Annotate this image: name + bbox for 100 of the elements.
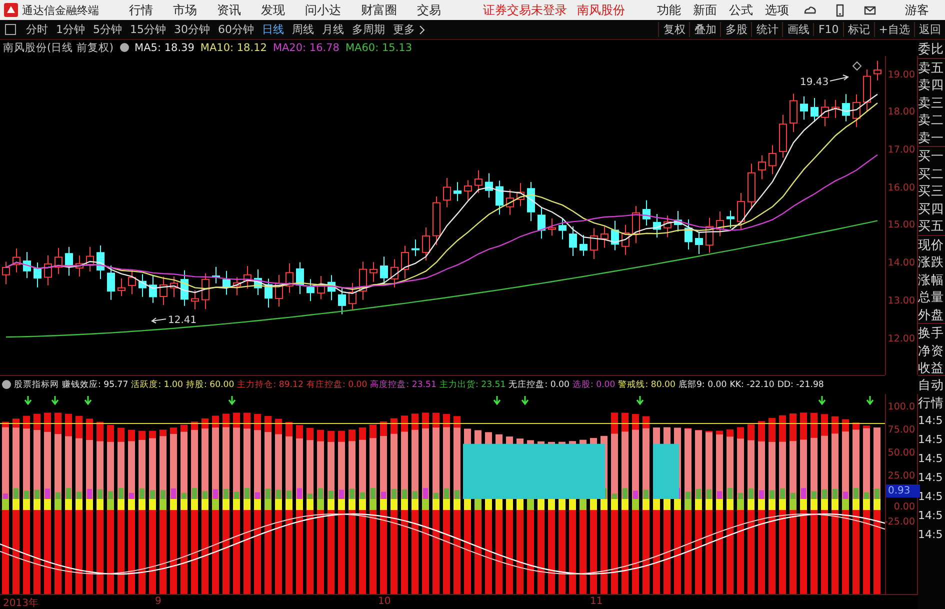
menu-item[interactable]: 选项 — [759, 2, 795, 18]
period-tab[interactable]: 30分钟 — [170, 22, 214, 37]
period-tab[interactable]: 60分钟 — [214, 22, 258, 37]
price-axis-label: 17.00 — [888, 144, 915, 156]
quote-label: 买四 — [918, 200, 945, 217]
indicator-name[interactable]: 股票指标网 — [14, 378, 59, 391]
toolbar-button[interactable]: 标记 — [842, 22, 874, 37]
market-tab[interactable]: 行情 — [918, 394, 945, 411]
chart-title: 南风股份(日线 前复权) — [3, 40, 114, 55]
quote-label: 卖五 — [918, 58, 945, 76]
toolbar-button[interactable]: +自选 — [874, 22, 914, 37]
price-axis-label: 16.00 — [888, 182, 915, 194]
menu-item[interactable]: 公式 — [723, 2, 759, 18]
period-tab[interactable]: 1分钟 — [52, 22, 89, 37]
trade-time: 14:5 — [918, 413, 944, 429]
date-axis-label: 11 — [590, 596, 603, 608]
indicator-axis-label: 100.0 — [888, 402, 915, 413]
indicator-value: 主力持仓: 89.12 — [237, 378, 304, 391]
indicator-value: 持股: 60.00 — [186, 378, 234, 391]
quote-label: 总量 — [918, 288, 945, 306]
trade-time: 14:5 — [918, 470, 944, 486]
quote-label: 卖二 — [918, 111, 945, 128]
quote-label: 收益 — [918, 359, 945, 376]
toolbar-button[interactable]: F10 — [813, 23, 843, 36]
toolbar-button[interactable]: 复权 — [658, 22, 690, 37]
auto-button[interactable]: 自动 — [918, 376, 945, 394]
menu-item[interactable]: 发现 — [251, 2, 295, 18]
indicator-value: 底部9: 0.00 — [678, 378, 727, 391]
price-axis-label: 18.00 — [888, 106, 915, 118]
quote-label: 净资 — [918, 342, 945, 359]
quote-label: 换手 — [918, 324, 945, 342]
menu-item[interactable]: 交易 — [407, 2, 451, 18]
menu-item[interactable]: 市场 — [163, 2, 207, 18]
quote-label: 涨幅 — [918, 270, 945, 288]
date-axis-label: 10 — [378, 596, 391, 608]
period-tab[interactable]: 日线 — [258, 22, 288, 37]
indicator-value: KK: -22.10 — [730, 380, 774, 390]
moving-average-label: MA10: 18.12 — [200, 42, 267, 54]
price-axis-label: 12.00 — [888, 333, 915, 344]
menu-item[interactable]: 资讯 — [207, 2, 251, 18]
toolbar-button[interactable]: 多股 — [720, 22, 752, 37]
toolbar-button[interactable]: 统计 — [751, 22, 782, 37]
toolbar-button[interactable]: 返回 — [914, 22, 945, 37]
indicator-value: 选股: 0.00 — [572, 378, 616, 391]
trade-time: 14:5 — [918, 489, 944, 505]
trade-time: 14:5 — [918, 508, 944, 524]
price-axis-label: 19.00 — [888, 69, 915, 80]
menu-item[interactable]: 财富圈 — [351, 2, 407, 18]
moving-average-label: MA5: 18.39 — [134, 42, 194, 54]
date-axis-label: 2013年 — [3, 597, 38, 609]
app-title: 通达信金融终端 — [22, 2, 99, 18]
period-tab[interactable]: 多周期 — [348, 22, 389, 37]
price-axis-label: 13.00 — [888, 295, 915, 306]
moving-average-label: MA60: 15.13 — [345, 42, 412, 54]
date-axis-label: 9 — [155, 596, 162, 608]
quote-label: 卖三 — [918, 94, 945, 111]
menu-item[interactable]: 新面 — [687, 2, 723, 18]
quote-label: 买二 — [918, 164, 945, 182]
indicator-axis-label: 50.00 — [888, 448, 915, 459]
indicator-axis-label: -25.00 — [884, 516, 915, 528]
indicator-value: DD: -21.98 — [777, 380, 824, 390]
indicator-value: 有庄控盘: 0.00 — [306, 378, 368, 391]
cursor-value-label: 0.93 — [886, 484, 920, 498]
period-tab[interactable]: 月线 — [318, 22, 348, 37]
toolbar-button[interactable]: 叠加 — [689, 22, 720, 37]
trade-time: 14:5 — [918, 451, 944, 467]
trade-time: 14:5 — [918, 432, 944, 448]
login-status[interactable]: 证券交易未登录 — [483, 2, 567, 18]
indicator-axis-label: 75.00 — [888, 424, 915, 436]
indicator-axis-label: 0.00 — [894, 502, 915, 513]
indicator-value: 主力出货: 23.51 — [439, 378, 506, 391]
stock-name: 南风股份 — [577, 2, 625, 18]
price-axis-label: 14.00 — [888, 258, 915, 269]
price-axis-label: 15.00 — [888, 220, 915, 231]
quote-label: 买一 — [918, 147, 945, 164]
indicator-axis-label: 25.00 — [888, 470, 915, 482]
quote-label: 买三 — [918, 182, 945, 200]
indicator-value: 无庄控盘: 0.00 — [508, 378, 570, 391]
menu-item[interactable]: 行情 — [119, 2, 163, 18]
menu-item[interactable]: 功能 — [651, 2, 687, 18]
period-tab[interactable]: 15分钟 — [126, 22, 170, 37]
quote-label: 现价 — [918, 236, 945, 253]
quote-label: 买五 — [918, 217, 945, 236]
period-tab[interactable]: 5分钟 — [89, 22, 126, 37]
period-tab[interactable]: 周线 — [288, 22, 318, 37]
period-tab[interactable]: 分时 — [22, 22, 52, 37]
indicator-value: 高度控盘: 23.51 — [370, 378, 436, 391]
quote-label: 委比 — [918, 40, 945, 58]
quote-label: 涨跌 — [918, 253, 945, 270]
moving-average-label: MA20: 16.78 — [272, 42, 340, 54]
indicator-value: 活跃度: 1.00 — [131, 378, 183, 391]
indicator-value: 警戒线: 80.00 — [618, 378, 676, 391]
quote-label: 卖一 — [918, 128, 945, 147]
guest-button[interactable]: 游客 — [905, 2, 929, 18]
period-tab[interactable]: 更多 — [389, 22, 419, 37]
trade-time: 14:5 — [918, 527, 944, 543]
quote-label: 外盘 — [918, 306, 945, 324]
toolbar-button[interactable]: 画线 — [782, 22, 814, 37]
quote-label: 卖四 — [918, 76, 945, 94]
menu-item[interactable]: 问小达 — [295, 2, 351, 18]
